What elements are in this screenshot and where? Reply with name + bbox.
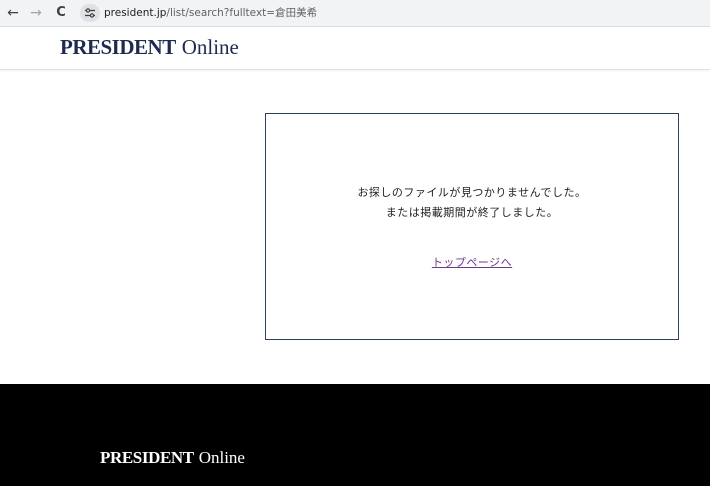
url-host: president.jp: [104, 7, 167, 19]
site-info-icon[interactable]: [80, 4, 100, 22]
url-path: /list/search?fulltext=倉田美希: [166, 7, 318, 19]
forward-arrow-icon[interactable]: →: [27, 4, 45, 22]
address-bar[interactable]: president.jp/list/search?fulltext=倉田美希: [104, 5, 317, 21]
top-page-link-wrap: トップページへ: [266, 254, 678, 270]
site-header: PRESIDENT Online: [0, 28, 710, 70]
expired-message: または掲載期間が終了しました。: [385, 206, 559, 219]
site-footer: PRESIDENT Online: [0, 384, 710, 486]
not-found-message: お探しのファイルが見つかりませんでした。: [357, 186, 587, 199]
footer-logo-suffix: Online: [198, 448, 245, 467]
browser-toolbar: ← → C president.jp/list/search?fulltext=…: [0, 0, 710, 27]
top-page-link[interactable]: トップページへ: [432, 256, 512, 269]
reload-icon[interactable]: C: [52, 4, 70, 22]
site-logo[interactable]: PRESIDENT Online: [60, 35, 239, 60]
footer-logo-brand: PRESIDENT: [100, 448, 194, 467]
logo-suffix: Online: [181, 35, 239, 59]
logo-brand: PRESIDENT: [60, 35, 176, 59]
footer-logo[interactable]: PRESIDENT Online: [100, 448, 245, 468]
not-found-box: お探しのファイルが見つかりませんでした。 または掲載期間が終了しました。 トップ…: [265, 113, 679, 340]
back-arrow-icon[interactable]: ←: [4, 4, 22, 22]
